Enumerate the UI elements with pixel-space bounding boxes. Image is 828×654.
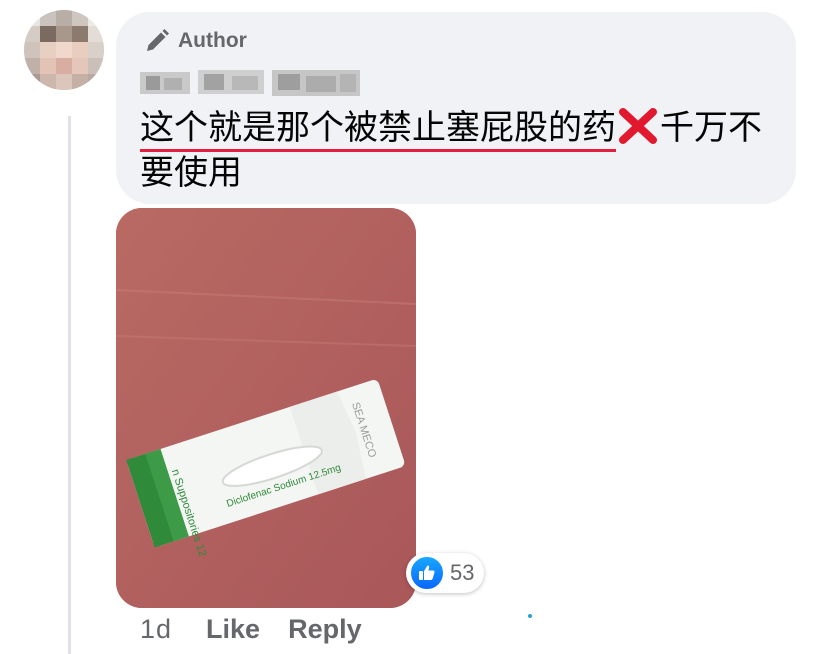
like-icon [410, 556, 444, 590]
author-badge-label: Author [178, 29, 247, 52]
cross-mark-icon [619, 108, 657, 144]
reply-button[interactable]: Reply [288, 614, 362, 645]
comment-actions: 1d Like Reply [140, 614, 362, 645]
comment-text-highlighted: 这个就是那个被禁止塞屁股的药 [140, 108, 616, 152]
attached-photo[interactable]: n Suppositories 12 Diclofenac Sodium 12.… [116, 208, 416, 608]
pencil-icon [147, 29, 169, 51]
comment-thread: Author 这个就是那个被禁止塞屁股的药 千万不要使用 n Supposito… [0, 0, 828, 654]
reaction-count: 53 [450, 560, 475, 585]
author-badge: Author [144, 28, 247, 54]
like-button[interactable]: Like [206, 614, 260, 645]
comment-bubble: Author 这个就是那个被禁止塞屁股的药 千万不要使用 [116, 12, 796, 204]
reaction-summary[interactable]: 53 [406, 553, 485, 593]
suppository-packet-image: n Suppositories 12 Diclofenac Sodium 12.… [116, 208, 416, 608]
decorative-dot [528, 614, 532, 618]
avatar[interactable] [24, 10, 104, 90]
commenter-name-blurred[interactable] [140, 68, 362, 98]
comment-text: 这个就是那个被禁止塞屁股的药 千万不要使用 [140, 106, 780, 196]
thread-line [68, 116, 71, 654]
timestamp[interactable]: 1d [140, 614, 172, 645]
